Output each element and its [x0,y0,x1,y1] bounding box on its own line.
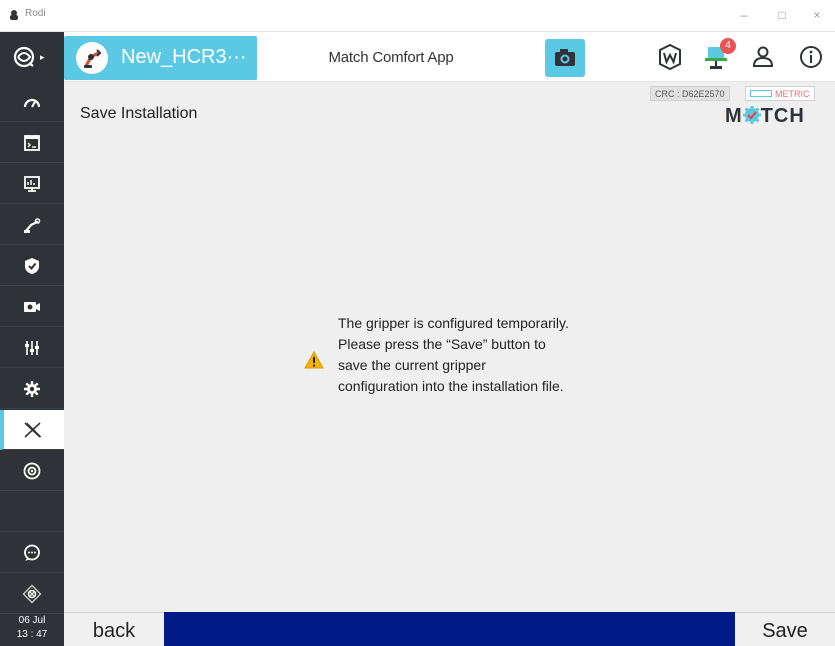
sidebar-item-monitor[interactable] [0,164,64,204]
save-button[interactable]: Save [735,612,835,646]
sidebar-item-io[interactable] [0,328,64,368]
brand-gear-icon [742,106,761,124]
sidebar-item-camera-settings[interactable] [0,287,64,327]
sidebar-item-program[interactable] [0,123,64,163]
chevron-right-icon: ▸ [40,52,45,62]
main-menu-button[interactable]: ▸ [0,32,64,82]
camera-icon [555,49,575,66]
jog-icon [22,584,42,604]
maximize-button[interactable]: □ [770,6,794,24]
datetime-display: 06 Jul 13 : 47 [0,608,64,646]
w-badge-icon[interactable] [655,42,685,72]
warning-line: Please press the “Save” button to [338,336,546,352]
program-tab[interactable]: New_HCR3··· [64,36,257,80]
page-title: Save Installation [80,105,198,122]
warning-icon [304,351,324,369]
brand-left: M [725,105,743,127]
window-title: Rodi [25,8,46,19]
date-label: 06 Jul [18,615,46,626]
chat-icon [24,544,40,561]
monitor-icon [24,176,40,192]
warning-line: save the current gripper [338,357,486,373]
robot-arm-icon [24,218,41,233]
time-label: 13 : 47 [16,629,48,640]
window-titlebar: Rodi – □ × [0,0,835,32]
app-title: Match Comfort App [328,49,454,66]
sidebar-item-x-app[interactable] [0,410,64,450]
sidebar: 06 Jul 13 : 47 [0,82,64,646]
bottom-bar [64,612,835,646]
sidebar-item-target[interactable] [0,451,64,491]
camera-settings-icon [24,302,40,312]
ruler-icon [750,90,772,97]
program-name: New_HCR3··· [121,46,247,68]
target-icon [23,462,41,480]
sidebar-item-blank[interactable] [0,492,64,532]
close-button[interactable]: × [805,6,829,24]
back-button[interactable]: back [64,612,164,646]
dashboard-icon [23,98,41,108]
safety-shield-icon [25,258,39,274]
camera-button[interactable] [545,39,585,77]
x-app-icon [24,422,42,438]
minimize-button[interactable]: – [732,6,756,24]
app-root: Rodi – □ × ▸ New_HCR3··· Match Comfort A… [0,0,835,646]
warning-text: The gripper is configured temporarily. P… [338,313,638,397]
main-logo-icon [13,46,35,68]
top-header: ▸ New_HCR3··· Match Comfort App 4 [0,32,835,82]
io-sliders-icon [25,341,39,355]
robot-avatar-icon [76,42,108,74]
unit-indicator: METRIC [745,86,815,101]
match-logo: M TCH [725,105,805,128]
crc-label: CRC : D62E2570 [650,86,730,101]
user-icon[interactable] [748,42,778,72]
sidebar-item-robot-arm[interactable] [0,205,64,245]
sidebar-item-dashboard[interactable] [0,82,64,122]
program-icon [24,135,40,151]
brand-right: TCH [760,105,805,127]
notification-badge: 4 [720,38,736,54]
unit-label: METRIC [775,89,810,99]
warning-line: configuration into the installation file… [338,378,564,394]
sidebar-item-settings[interactable] [0,369,64,409]
info-icon[interactable] [796,42,826,72]
app-logo-icon [10,10,18,20]
settings-gear-icon [24,381,40,397]
warning-line: The gripper is configured temporarily. [338,315,569,331]
sidebar-item-chat[interactable] [0,533,64,573]
sidebar-item-safety[interactable] [0,246,64,286]
